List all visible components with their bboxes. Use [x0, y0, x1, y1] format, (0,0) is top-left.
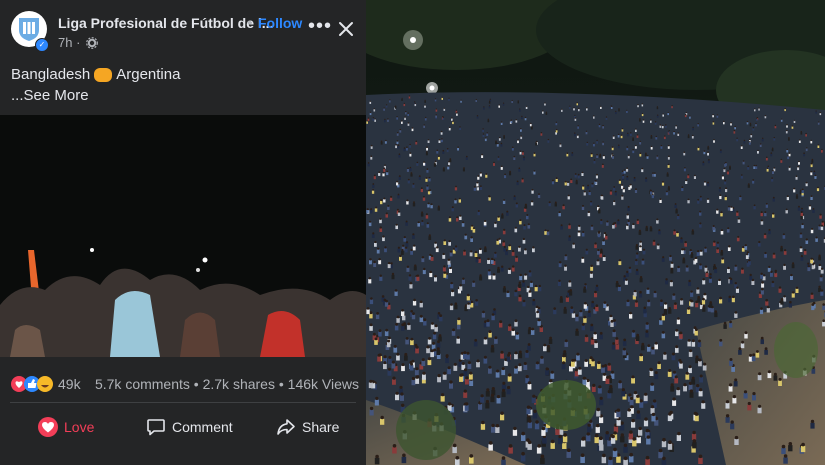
crowd-photo — [366, 0, 825, 465]
handshake-icon — [94, 67, 113, 82]
love-label: Love — [64, 419, 95, 435]
post-caption: Bangladesh Argentina — [11, 66, 180, 83]
love-icon — [38, 417, 58, 437]
shares-count[interactable]: 2.7k shares — [203, 376, 275, 392]
stats-separator-2: • — [274, 376, 288, 392]
views-count: 146k Views — [287, 376, 359, 392]
comment-label: Comment — [172, 419, 233, 435]
post-header: ✓ Liga Profesional de Fútbol de l... • F… — [0, 0, 366, 60]
share-label: Share — [302, 419, 340, 435]
love-button[interactable]: Love — [38, 410, 94, 444]
actions-divider — [10, 402, 356, 403]
post-stats: 49k 5.7k comments • 2.7k shares • 146k V… — [0, 370, 366, 398]
more-icon[interactable]: ••• — [308, 15, 332, 38]
share-icon — [277, 419, 295, 435]
see-more-link[interactable]: ...See More — [11, 87, 89, 104]
comment-button[interactable]: Comment — [146, 410, 233, 444]
close-icon[interactable] — [337, 20, 355, 38]
share-button[interactable]: Share — [276, 410, 339, 444]
page-name[interactable]: Liga Profesional de Fútbol de l... — [58, 15, 273, 31]
separator-dot: • — [247, 14, 252, 30]
video-crowd-scene — [0, 248, 366, 357]
engagement-counts: 5.7k comments • 2.7k shares • 146k Views — [95, 376, 359, 392]
caption-team-left: Bangladesh — [11, 66, 91, 83]
verified-icon: ✓ — [35, 38, 49, 52]
stats-separator-1: • — [189, 376, 203, 392]
crowd-photo-image — [366, 0, 825, 465]
post-actions: Love Comment Share — [0, 410, 366, 444]
reaction-count[interactable]: 49k — [58, 376, 81, 392]
globe-gear-icon — [86, 37, 98, 49]
comments-count[interactable]: 5.7k comments — [95, 376, 190, 392]
post-video[interactable] — [0, 115, 366, 357]
comment-icon — [147, 419, 165, 436]
caption-team-right: Argentina — [116, 66, 181, 83]
reaction-icons[interactable] — [10, 375, 58, 393]
facebook-post-card: ✓ Liga Profesional de Fútbol de l... • F… — [0, 0, 366, 465]
follow-button[interactable]: Follow — [258, 15, 302, 31]
post-time[interactable]: 7h · — [58, 35, 80, 50]
haha-reaction-icon — [37, 376, 53, 392]
